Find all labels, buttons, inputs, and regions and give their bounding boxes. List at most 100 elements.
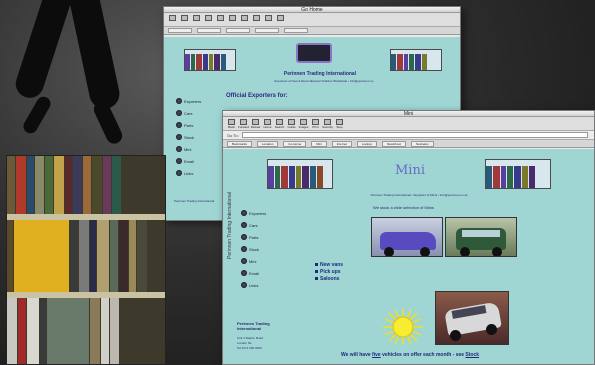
- bookmark-item[interactable]: Netcaster: [410, 140, 434, 147]
- nav-item[interactable]: Links: [176, 167, 201, 179]
- stop-button[interactable]: Stop: [335, 118, 344, 129]
- nav-item[interactable]: Mini: [241, 255, 266, 267]
- sun-graphic: [383, 309, 423, 345]
- bookmark-item[interactable]: [255, 28, 279, 33]
- nav-bullet-icon: [241, 210, 247, 216]
- bookmark-item[interactable]: Bookmarks: [227, 140, 253, 147]
- window-titlebar[interactable]: Go Home: [164, 7, 460, 13]
- nav-item[interactable]: Cars: [176, 107, 201, 119]
- vehicle-link-label: New vans: [320, 261, 344, 268]
- bookmark-item[interactable]: [168, 28, 192, 33]
- vehicle-link[interactable]: Pick ups: [315, 268, 343, 275]
- bookmark-item[interactable]: Go Home: [283, 140, 307, 147]
- stop-button[interactable]: [276, 14, 285, 25]
- bookmark-item[interactable]: [197, 28, 221, 33]
- nav-item[interactable]: Stock: [176, 131, 201, 143]
- back-button[interactable]: Back: [227, 118, 236, 129]
- nav-bullet-icon: [176, 134, 182, 140]
- forward-button[interactable]: Forward: [238, 118, 249, 129]
- print-icon: [253, 14, 260, 21]
- nav-bullet-icon: [176, 98, 182, 104]
- nav-item[interactable]: Email: [241, 267, 266, 279]
- company-info: Perinnen Trading International Unit 4 Stat…: [237, 321, 270, 351]
- bookshelf-photo: [6, 155, 166, 365]
- nav-item[interactable]: Mini: [176, 143, 201, 155]
- reload-button[interactable]: Reload: [251, 118, 260, 129]
- screenshot-stage: Go Home Perinnen Trading International E…: [0, 0, 595, 365]
- company-info-line: Tel 0171 000 0000: [237, 346, 262, 350]
- bullet-icon: [315, 270, 318, 273]
- books-banner-left: [184, 49, 236, 71]
- bookmark-item[interactable]: Location: [257, 140, 279, 147]
- books-banner-left: [267, 159, 333, 189]
- nav-bullet-icon: [241, 234, 247, 240]
- nav-item[interactable]: Exporters: [241, 207, 266, 219]
- home-button[interactable]: [204, 14, 213, 25]
- mini-van-photo: [371, 217, 443, 257]
- toolbar-button-label: Stop: [336, 124, 343, 129]
- images-button[interactable]: [240, 14, 249, 25]
- reload-button[interactable]: [192, 14, 201, 25]
- bookmark-item[interactable]: Lookup: [356, 140, 377, 147]
- footer-link-stock[interactable]: Stock: [465, 352, 479, 358]
- site-logo[interactable]: [296, 43, 332, 63]
- nav-bullet-icon: [176, 122, 182, 128]
- search-button[interactable]: Search: [275, 118, 284, 129]
- footer-text: We will have: [341, 352, 371, 358]
- toolbar-button-label: Print: [312, 124, 319, 129]
- window-titlebar[interactable]: Mini: [223, 111, 594, 117]
- nav-item[interactable]: Email: [176, 155, 201, 167]
- images-button[interactable]: Images: [299, 118, 308, 129]
- nav-item-label: Email: [249, 270, 260, 276]
- guide-button[interactable]: [228, 14, 237, 25]
- nav-item-label: Cars: [184, 110, 193, 116]
- front-browser-window[interactable]: Mini Back Forward Reload Home Search Guide Ima…: [222, 110, 595, 365]
- nav-item[interactable]: Parts: [176, 119, 201, 131]
- vehicle-link[interactable]: Saloons: [315, 275, 343, 282]
- browser-toolbar: Back Forward Reload Home Search Guide Images Pr…: [223, 117, 594, 131]
- nav-bullet-icon: [176, 158, 182, 164]
- side-navigation: Exporters Cars Parts Stock Mini Email Links: [176, 95, 201, 179]
- search-button[interactable]: [216, 14, 225, 25]
- vehicle-link[interactable]: New vans: [315, 261, 343, 268]
- url-input[interactable]: [241, 132, 588, 138]
- bookmark-item[interactable]: Mini: [311, 140, 327, 147]
- nav-item[interactable]: Stock: [241, 243, 266, 255]
- print-button[interactable]: [252, 14, 261, 25]
- tagline: Exporters of New & Reconditioned Vehicle…: [274, 79, 374, 83]
- nav-item[interactable]: Cars: [241, 219, 266, 231]
- nav-item-label: Parts: [184, 122, 194, 128]
- nav-item[interactable]: Links: [241, 279, 266, 291]
- security-button[interactable]: Security: [322, 118, 333, 129]
- guide-button[interactable]: Guide: [287, 118, 296, 129]
- stop-icon: [277, 14, 284, 21]
- nav-item-label: Email: [184, 158, 195, 164]
- nav-bullet-icon: [241, 270, 247, 276]
- forward-button[interactable]: [180, 14, 189, 25]
- home-button[interactable]: Home: [263, 118, 272, 129]
- bookmark-item[interactable]: Internet: [331, 140, 352, 147]
- lock-icon: [265, 14, 272, 21]
- security-button[interactable]: [264, 14, 273, 25]
- nav-bullet-icon: [241, 222, 247, 228]
- back-button[interactable]: [168, 14, 177, 25]
- nav-item[interactable]: Parts: [241, 231, 266, 243]
- toolbar-button-label: Home: [263, 124, 272, 129]
- toolbar-button-label: Back: [228, 124, 235, 129]
- nav-item-label: Exporters: [184, 98, 202, 104]
- bookmark-item[interactable]: New&Cool: [381, 140, 406, 147]
- print-button[interactable]: Print: [311, 118, 320, 129]
- browser-toolbar: [164, 13, 460, 27]
- footer-link-five[interactable]: five: [372, 352, 381, 358]
- footer-text-2: vehicles on offer each month - see: [382, 352, 465, 358]
- bookmarks-bar: [164, 27, 460, 35]
- site-name: Perinnen Trading International: [283, 71, 357, 77]
- nav-item[interactable]: Exporters: [176, 95, 201, 107]
- nav-item-label: Mini: [249, 258, 257, 264]
- nav-item-label: Stock: [249, 246, 260, 252]
- nav-bullet-icon: [241, 258, 247, 264]
- tagline: Perinnen Trading International • Supplie…: [370, 193, 468, 197]
- bookmark-item[interactable]: [284, 28, 308, 33]
- books-banner-right: [390, 49, 442, 71]
- bookmark-item[interactable]: [226, 28, 250, 33]
